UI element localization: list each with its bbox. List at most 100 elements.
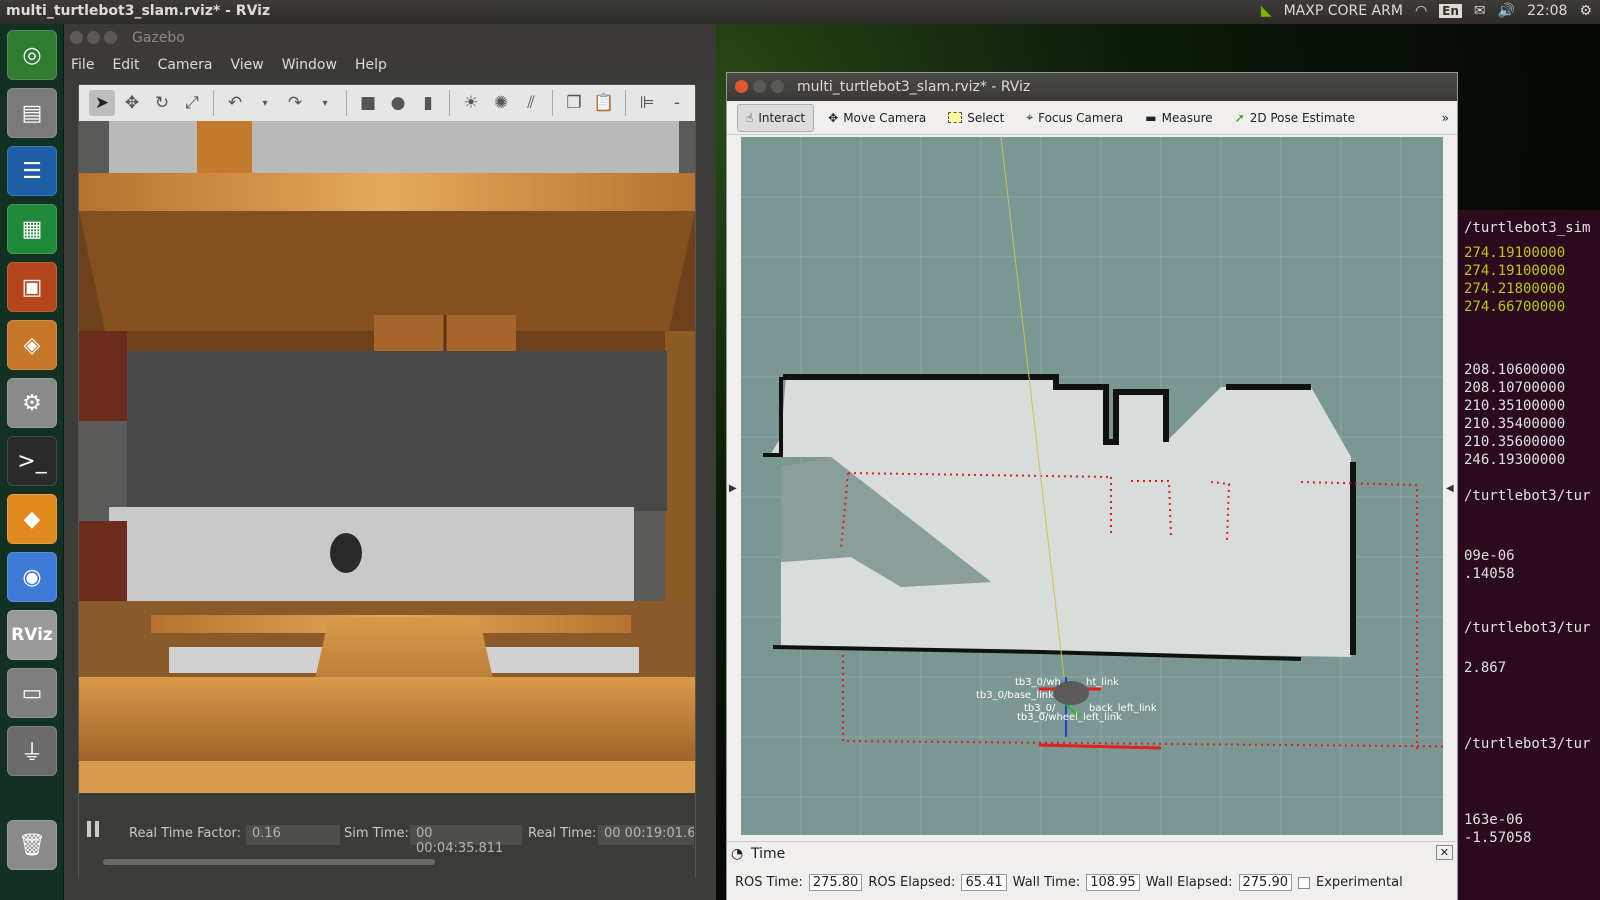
- rotate-icon[interactable]: ↻: [149, 90, 175, 116]
- ubuntu-dash-icon[interactable]: ◎: [7, 30, 57, 80]
- maximize-icon[interactable]: [104, 31, 117, 44]
- minimize-icon[interactable]: [753, 80, 766, 93]
- wifi-icon[interactable]: ◠: [1415, 3, 1427, 19]
- focus-icon: ⌖: [1026, 110, 1034, 124]
- sphere-icon[interactable]: ●: [385, 90, 411, 116]
- clock-icon: ◔: [731, 846, 744, 862]
- terminal-window: /turtlebot3_sim 274.19100000 274.1910000…: [1458, 210, 1600, 900]
- interact-button[interactable]: ☝ Interact: [737, 103, 815, 132]
- rviz-toolbar: ☝ Interact ✥ Move Camera Select ⌖ Focus Cam…: [727, 101, 1457, 135]
- pause-icon[interactable]: [87, 821, 107, 843]
- wall-time-label: Wall Time:: [1012, 875, 1081, 890]
- terminal-line: 210.35600000: [1464, 434, 1566, 450]
- indicator-label[interactable]: MAXP CORE ARM: [1284, 3, 1403, 19]
- clock[interactable]: 22:08: [1527, 3, 1567, 19]
- more-icon[interactable]: ‐: [664, 90, 690, 116]
- calc-icon[interactable]: ▦: [7, 204, 57, 254]
- menu-edit[interactable]: Edit: [112, 57, 139, 73]
- select-button[interactable]: Select: [940, 104, 1012, 132]
- select-box-icon: [948, 112, 963, 123]
- sim-time-label: Sim Time:: [344, 826, 409, 841]
- keyboard-language[interactable]: En: [1439, 4, 1462, 18]
- cylinder-icon[interactable]: ▮: [415, 90, 441, 116]
- directional-light-icon[interactable]: ⫽: [518, 90, 544, 116]
- terminal-line: /turtlebot3/tur: [1464, 620, 1591, 636]
- rviz-icon[interactable]: RViz: [7, 610, 57, 660]
- translate-icon[interactable]: ✥: [119, 90, 145, 116]
- close-icon[interactable]: [70, 31, 83, 44]
- move-camera-button[interactable]: ✥ Move Camera: [820, 104, 934, 132]
- select-arrow-icon[interactable]: ➤: [89, 90, 115, 116]
- menu-camera[interactable]: Camera: [158, 57, 213, 73]
- spot-light-icon[interactable]: ✺: [488, 90, 514, 116]
- wall-elapsed-value: 275.90: [1238, 874, 1293, 891]
- measure-label: Measure: [1161, 110, 1213, 125]
- maximize-icon[interactable]: [771, 80, 784, 93]
- close-icon[interactable]: ✕: [1435, 845, 1453, 860]
- undo-icon[interactable]: ↶: [222, 90, 248, 116]
- sim-time-value: 00 00:04:35.811: [410, 825, 522, 856]
- mail-icon[interactable]: ✉: [1474, 3, 1486, 19]
- measure-button[interactable]: ▬ Measure: [1137, 104, 1220, 132]
- close-icon[interactable]: [735, 80, 748, 93]
- chromium-icon[interactable]: ◉: [7, 552, 57, 602]
- experimental-checkbox[interactable]: [1298, 876, 1311, 889]
- left-collapse-icon[interactable]: ▶: [729, 483, 737, 494]
- gazebo-icon[interactable]: ◆: [7, 494, 57, 544]
- right-collapse-icon[interactable]: ◀: [1446, 483, 1454, 494]
- files-icon[interactable]: ▤: [7, 88, 57, 138]
- writer-icon[interactable]: ☰: [7, 146, 57, 196]
- rviz-3d-view[interactable]: tb3_0/wh ht_link tb3_0/base_link tb3_0/ …: [741, 137, 1443, 835]
- focus-camera-label: Focus Camera: [1038, 110, 1124, 125]
- pose-estimate-label: 2D Pose Estimate: [1249, 110, 1355, 125]
- terminal-line: 09e-06: [1464, 548, 1515, 564]
- select-label: Select: [967, 110, 1005, 125]
- gazebo-main: ➤ ✥ ↻ ⤢ ↶ ▾ ↷ ▾ ■ ● ▮ ☀ ✺ ⫽ ❐ 📋 ⊫ ‐ Real…: [78, 84, 696, 881]
- experimental-label: Experimental: [1316, 875, 1403, 890]
- gazebo-titlebar[interactable]: Gazebo: [64, 24, 716, 52]
- drive-icon[interactable]: ▭: [7, 668, 57, 718]
- real-time-label: Real Time:: [528, 826, 597, 841]
- menu-file[interactable]: File: [71, 57, 94, 73]
- scale-icon[interactable]: ⤢: [179, 90, 205, 116]
- system-settings-icon[interactable]: ⚙: [7, 378, 57, 428]
- software-center-icon[interactable]: ◈: [7, 320, 57, 370]
- terminal-line: 210.35100000: [1464, 398, 1566, 414]
- copy-icon[interactable]: ❐: [561, 90, 587, 116]
- top-panel: multi_turtlebot3_slam.rviz* - RViz ◣ MAX…: [0, 0, 1600, 24]
- rtf-value: 0.16: [246, 825, 340, 845]
- focus-camera-button[interactable]: ⌖ Focus Camera: [1018, 104, 1131, 132]
- tf-label: ht_link: [1086, 677, 1119, 688]
- horizontal-scrollbar[interactable]: [103, 859, 435, 865]
- volume-icon[interactable]: 🔊: [1498, 3, 1515, 19]
- rviz-titlebar[interactable]: multi_turtlebot3_slam.rviz* - RViz: [727, 73, 1457, 101]
- gear-icon[interactable]: ⚙: [1579, 3, 1592, 19]
- nvidia-icon[interactable]: ◣: [1261, 3, 1272, 19]
- menu-help[interactable]: Help: [355, 57, 387, 73]
- minimize-icon[interactable]: [87, 31, 100, 44]
- terminal-line: /turtlebot3_sim: [1464, 220, 1591, 236]
- overflow-icon[interactable]: »: [1442, 111, 1449, 125]
- dropdown-icon[interactable]: ▾: [312, 90, 338, 116]
- impress-icon[interactable]: ▣: [7, 262, 57, 312]
- ros-time-value: 275.80: [808, 874, 863, 891]
- wall-elapsed-label: Wall Elapsed:: [1145, 875, 1233, 890]
- align-icon[interactable]: ⊫: [634, 90, 660, 116]
- trash-icon[interactable]: 🗑: [7, 820, 57, 870]
- gazebo-3d-view[interactable]: [79, 121, 695, 793]
- rviz-window: multi_turtlebot3_slam.rviz* - RViz ☝ Inte…: [726, 72, 1458, 900]
- redo-icon[interactable]: ↷: [282, 90, 308, 116]
- point-light-icon[interactable]: ☀: [458, 90, 484, 116]
- menu-view[interactable]: View: [231, 57, 264, 73]
- tf-label: tb3_0/base_link: [976, 690, 1054, 701]
- paste-icon[interactable]: 📋: [591, 90, 617, 116]
- box-icon[interactable]: ■: [355, 90, 381, 116]
- tf-label: tb3_0/wh: [1015, 677, 1061, 688]
- dropdown-icon[interactable]: ▾: [252, 90, 278, 116]
- move-camera-label: Move Camera: [843, 110, 927, 125]
- usb-icon[interactable]: ⏚: [7, 726, 57, 776]
- menu-window[interactable]: Window: [282, 57, 337, 73]
- gazebo-toolbar: ➤ ✥ ↻ ⤢ ↶ ▾ ↷ ▾ ■ ● ▮ ☀ ✺ ⫽ ❐ 📋 ⊫ ‐: [79, 85, 695, 121]
- terminal-icon[interactable]: >_: [7, 436, 57, 486]
- pose-estimate-button[interactable]: ➚ 2D Pose Estimate: [1227, 104, 1363, 132]
